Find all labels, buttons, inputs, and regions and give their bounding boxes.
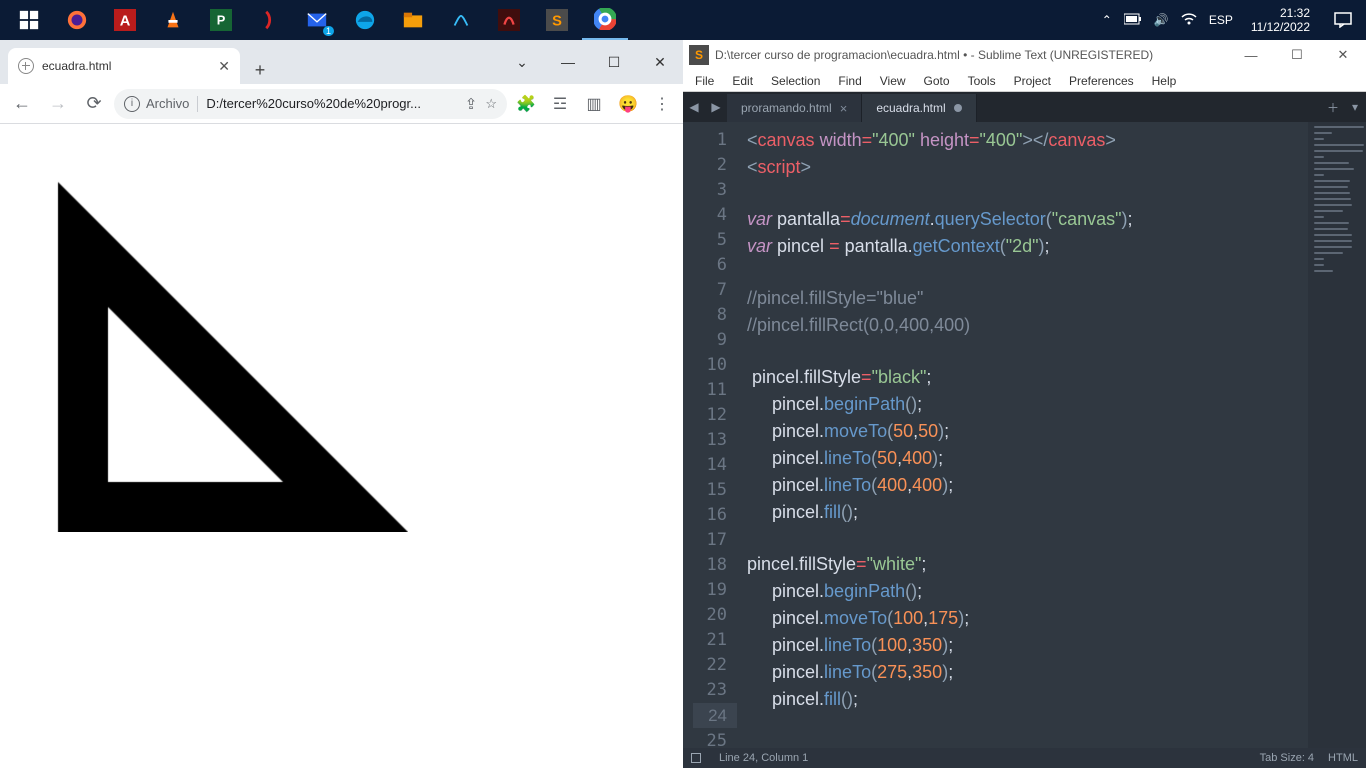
status-panel-icon[interactable] [691,753,701,763]
svg-text:P: P [217,13,226,28]
status-cursor-pos: Line 24, Column 1 [719,752,808,764]
menu-selection[interactable]: Selection [763,72,828,90]
tray-wifi-icon[interactable] [1181,12,1197,29]
new-tab-button[interactable]: + [246,56,274,84]
taskbar-app-generic2[interactable] [438,0,484,40]
sublime-menubar: FileEditSelectionFindViewGotoToolsProjec… [683,70,1366,92]
menu-tools[interactable]: Tools [960,72,1004,90]
page-canvas [8,132,408,532]
svg-text:A: A [120,14,131,30]
taskbar-app-chrome[interactable] [582,0,628,40]
taskbar-app-edge[interactable] [342,0,388,40]
editor-minimap[interactable] [1308,122,1366,748]
taskbar-app-acrobat[interactable] [486,0,532,40]
taskbar-app-vlc[interactable] [150,0,196,40]
tab-history-forward-icon[interactable]: ▶ [705,92,727,122]
svg-text:S: S [552,14,562,30]
tab-history-back-icon[interactable]: ◀ [683,92,705,122]
extensions-icon[interactable]: 🧩 [511,89,541,119]
tab-dropdown-icon[interactable]: ▾ [1344,92,1366,122]
omnibox-url: D:/tercer%20curso%20de%20progr... [206,96,456,111]
bookmark-star-icon[interactable]: ☆ [485,96,497,112]
omnibox[interactable]: i Archivo D:/tercer%20curso%20de%20progr… [114,89,507,119]
chrome-tab[interactable]: ecuadra.html ✕ [8,48,240,84]
sublime-minimize-button[interactable]: — [1228,40,1274,70]
taskbar-app-project[interactable]: P [198,0,244,40]
nav-forward-button[interactable]: → [42,88,74,120]
taskbar-app-mail[interactable]: 1 [294,0,340,40]
tab-close-icon[interactable]: × [840,101,848,116]
omnibox-proto-label: Archivo [146,96,189,111]
taskbar-app-generic1[interactable] [246,0,292,40]
menu-file[interactable]: File [687,72,722,90]
taskbar-app-explorer[interactable] [390,0,436,40]
editor-code-area[interactable]: <canvas width="400" height="400"></canva… [737,122,1308,748]
globe-icon [18,58,34,74]
tab-close-icon[interactable]: ✕ [218,58,230,75]
new-tab-icon[interactable]: ＋ [1322,92,1344,122]
chrome-maximize-button[interactable]: ☐ [591,40,637,84]
unsaved-dot-icon [954,104,962,112]
chrome-hidden-tabs-icon[interactable]: ⌄ [499,40,545,84]
windows-taskbar: A P 1 S ⌃ 🔊 ESP 21:32 11/12/2022 [0,0,1366,40]
nav-back-button[interactable]: ← [6,88,38,120]
tray-language[interactable]: ESP [1209,13,1233,27]
tray-battery-icon[interactable] [1124,13,1142,28]
menu-view[interactable]: View [872,72,914,90]
sublime-statusbar: Line 24, Column 1 Tab Size: 4 HTML [683,748,1366,768]
chrome-tab-title: ecuadra.html [42,59,210,73]
start-button[interactable] [6,0,52,40]
chrome-minimize-button[interactable]: — [545,40,591,84]
sublime-close-button[interactable]: ✕ [1320,40,1366,70]
taskbar-app-firefox[interactable] [54,0,100,40]
menu-goto[interactable]: Goto [916,72,958,90]
reading-list-icon[interactable]: ☲ [545,89,575,119]
editor-tab-inactive[interactable]: proramando.html × [727,94,862,122]
sublime-window: S D:\tercer curso de programacion\ecuadr… [683,40,1366,768]
share-icon[interactable]: ⇪ [465,95,478,113]
menu-find[interactable]: Find [830,72,869,90]
taskbar-clock[interactable]: 21:32 11/12/2022 [1241,6,1320,34]
sublime-maximize-button[interactable]: ☐ [1274,40,1320,70]
editor-tab-label: ecuadra.html [876,101,945,115]
tray-chevron-icon[interactable]: ⌃ [1102,13,1112,27]
chrome-window: ecuadra.html ✕ + ⌄ — ☐ ✕ ← → ⟳ i [0,40,683,768]
extension-emoji-icon[interactable]: 😛 [613,89,643,119]
editor-gutter: 1 2 3 4 5 6 7 8 9 10 11 12 13 14 15 16 1… [683,122,737,748]
sublime-title: D:\tercer curso de programacion\ecuadra.… [715,48,1228,62]
editor-tab-label: proramando.html [741,101,832,115]
tray-volume-icon[interactable]: 🔊 [1154,13,1169,27]
menu-preferences[interactable]: Preferences [1061,72,1142,90]
chrome-menu-icon[interactable]: ⋮ [647,89,677,119]
nav-reload-button[interactable]: ⟳ [78,88,110,120]
notification-center-icon[interactable] [1320,0,1366,40]
side-panel-icon[interactable]: ▥ [579,89,609,119]
menu-help[interactable]: Help [1144,72,1185,90]
taskbar-app-autocad[interactable]: A [102,0,148,40]
chrome-close-button[interactable]: ✕ [637,40,683,84]
status-tabsize[interactable]: Tab Size: 4 [1260,752,1314,764]
status-syntax[interactable]: HTML [1328,752,1358,764]
sublime-app-icon: S [689,45,709,65]
site-info-icon[interactable]: i [124,96,140,112]
menu-project[interactable]: Project [1006,72,1059,90]
menu-edit[interactable]: Edit [724,72,761,90]
editor-tab-active[interactable]: ecuadra.html [862,94,976,122]
taskbar-app-sublime[interactable]: S [534,0,580,40]
chrome-viewport [0,124,683,768]
